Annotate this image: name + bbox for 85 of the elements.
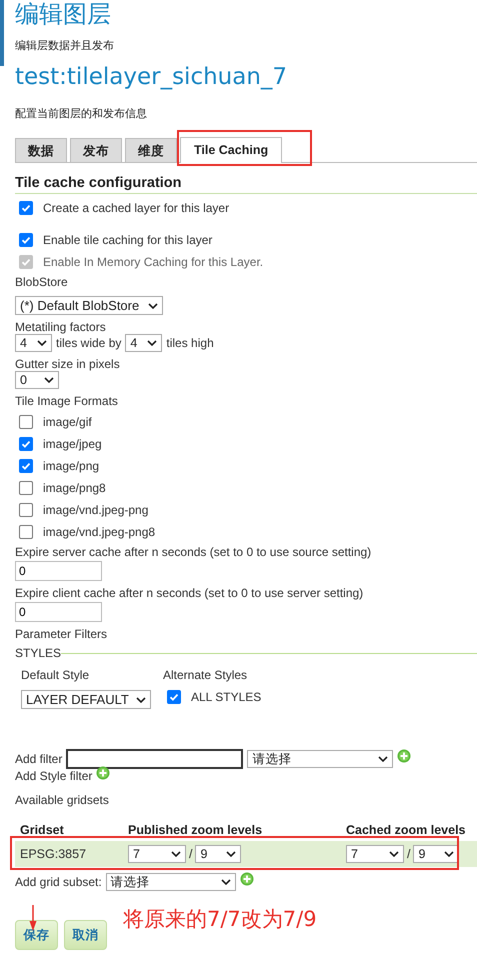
- input-field[interactable]: 0: [15, 561, 102, 581]
- chevron-icon: [389, 851, 399, 857]
- tab[interactable]: 维度: [125, 138, 177, 162]
- dropdown[interactable]: 4: [15, 334, 52, 352]
- page-title: 编辑图层: [15, 0, 112, 28]
- checkbox-label: Enable In Memory Caching for this Layer.: [43, 255, 264, 269]
- chevron-icon: [136, 696, 146, 702]
- chevron-icon: [444, 851, 454, 857]
- chevron-icon: [44, 377, 54, 383]
- checkbox[interactable]: [19, 459, 33, 473]
- checkbox-label: image/vnd.jpeg-png8: [43, 525, 156, 539]
- checkbox[interactable]: [19, 415, 33, 429]
- chevron-icon: [37, 340, 47, 346]
- checkbox[interactable]: [19, 233, 33, 247]
- page-subtitle: 编辑层数据并且发布: [15, 38, 115, 53]
- checkbox-label: image/png8: [43, 481, 106, 495]
- dropdown[interactable]: 请选择: [247, 750, 394, 768]
- annotation-text: 将原来的7/7改为7/9: [123, 906, 317, 933]
- tab[interactable]: Tile Caching: [180, 137, 282, 163]
- dropdown[interactable]: 7: [346, 845, 404, 863]
- style-dropdown[interactable]: LAYER DEFAULT: [21, 690, 151, 709]
- field-label: tiles wide by: [56, 336, 122, 350]
- field-label: tiles high: [166, 336, 214, 350]
- sidebar-edge: [0, 0, 4, 66]
- separator-text: /: [407, 847, 410, 861]
- dropdown[interactable]: 0: [15, 371, 59, 389]
- separator-text: /: [189, 847, 192, 861]
- checkbox-label: ALL STYLES: [191, 690, 262, 704]
- dropdown[interactable]: 9: [195, 845, 242, 863]
- chevron-icon: [220, 879, 231, 885]
- checkbox-label: Enable tile caching for this layer: [43, 233, 212, 247]
- input-field[interactable]: 0: [15, 602, 102, 622]
- tab[interactable]: 发布: [70, 138, 122, 162]
- chevron-icon: [147, 340, 158, 346]
- checkbox[interactable]: [167, 690, 181, 704]
- field-label: Alternate Styles: [163, 668, 248, 682]
- field-label: Expire server cache after n seconds (set to 0 to use source setting): [15, 545, 372, 559]
- input-field[interactable]: [66, 749, 244, 769]
- layer-name: test:tilelayer_sichuan_7: [15, 63, 288, 91]
- field-label: Add Style filter: [15, 769, 92, 783]
- field-label: Available gridsets: [15, 793, 110, 807]
- field-label: Add grid subset:: [15, 875, 102, 889]
- chevron-icon: [148, 302, 158, 308]
- chevron-icon: [378, 756, 388, 762]
- dropdown[interactable]: 9: [413, 845, 460, 863]
- field-label: Tile Image Formats: [15, 394, 119, 408]
- checkbox-label: image/jpeg: [43, 437, 102, 451]
- field-label: BlobStore: [15, 275, 69, 289]
- dropdown[interactable]: 4: [125, 334, 162, 352]
- field-label: Expire client cache after n seconds (set to 0 to use server setting): [15, 586, 364, 600]
- checkmark-icon: [169, 692, 179, 702]
- checkbox[interactable]: [19, 503, 33, 517]
- checkbox[interactable]: [19, 481, 33, 495]
- checkbox[interactable]: [19, 525, 33, 539]
- checkbox-label: image/gif: [43, 415, 92, 429]
- section-title: Tile cache configuration: [15, 175, 477, 194]
- checkmark-icon: [21, 461, 31, 471]
- checkbox-label: Create a cached layer for this layer: [43, 201, 230, 215]
- checkmark-icon: [21, 235, 31, 245]
- dropdown[interactable]: 7: [128, 845, 186, 863]
- column-header: Cached zoom levels: [346, 823, 466, 837]
- blobstore-dropdown[interactable]: (*) Default BlobStore: [15, 296, 163, 315]
- checkbox[interactable]: [19, 437, 33, 451]
- button[interactable]: 取消: [64, 920, 107, 950]
- chevron-icon: [226, 851, 236, 857]
- add-icon[interactable]: [96, 766, 110, 780]
- column-header: Gridset: [20, 823, 65, 837]
- checkmark-icon: [21, 203, 31, 213]
- column-header: Published zoom levels: [128, 823, 264, 837]
- field-label: Metatiling factors: [15, 320, 107, 334]
- dropdown[interactable]: 请选择: [106, 873, 236, 891]
- field-label: Default Style: [21, 668, 90, 682]
- field-label: Parameter Filters: [15, 627, 108, 641]
- table-cell-text: EPSG:3857: [20, 847, 88, 861]
- checkmark-icon: [21, 439, 31, 449]
- button[interactable]: 保存: [15, 920, 58, 950]
- fieldset-legend: STYLES: [15, 646, 62, 660]
- page-description: 配置当前图层的和发布信息: [15, 107, 148, 121]
- chevron-icon: [171, 851, 181, 857]
- checkbox-label: image/vnd.jpeg-png: [43, 503, 148, 517]
- field-label: Gutter size in pixels: [15, 357, 121, 371]
- tab[interactable]: 数据: [15, 138, 67, 162]
- checkbox-label: image/png: [43, 459, 100, 473]
- checkbox[interactable]: [19, 201, 33, 215]
- field-label: Add filter: [15, 752, 62, 766]
